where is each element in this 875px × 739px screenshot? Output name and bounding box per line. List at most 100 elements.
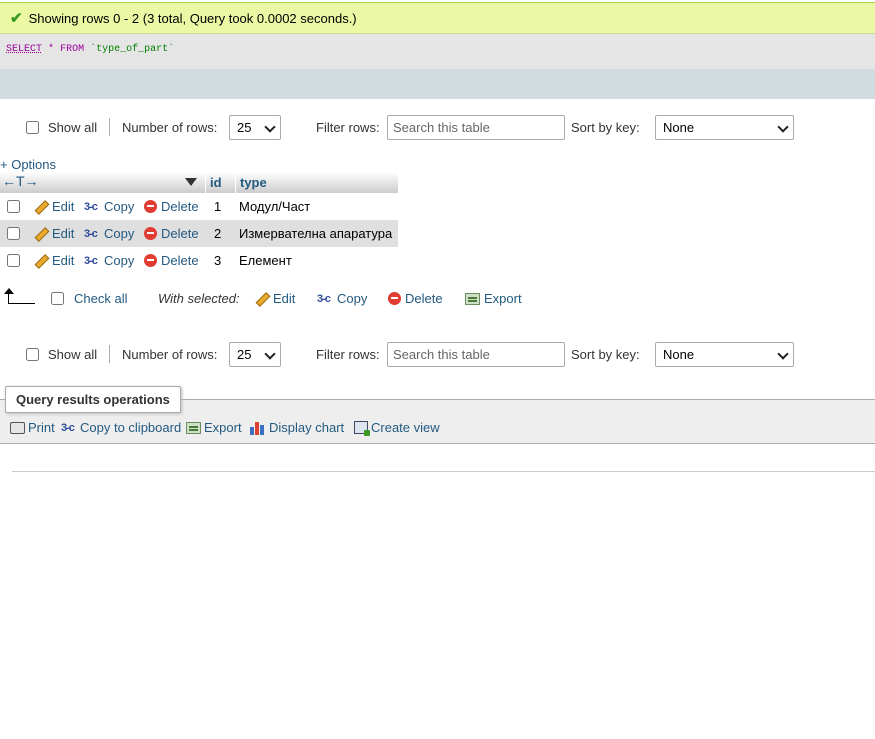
- show-all-label: Show all: [48, 346, 98, 362]
- pencil-icon: [34, 227, 48, 241]
- copy-icon: 3-c: [84, 227, 98, 240]
- check-all-label[interactable]: Check all: [74, 291, 127, 306]
- sql-select-keyword[interactable]: SELECT: [6, 44, 42, 55]
- bulk-export-label: Export: [484, 291, 522, 306]
- delete-icon: [144, 227, 157, 240]
- copy-to-clipboard-label: Copy to clipboard: [80, 420, 182, 435]
- export-button[interactable]: Export: [186, 420, 242, 435]
- export-label: Export: [204, 420, 242, 435]
- bulk-export-button[interactable]: Export: [465, 291, 522, 306]
- copy-icon: 3-c: [84, 200, 98, 213]
- delete-label: Delete: [161, 253, 199, 268]
- copy-button[interactable]: 3-c Copy: [84, 199, 134, 214]
- column-divider: [235, 172, 236, 193]
- copy-to-clipboard-button[interactable]: 3-c Copy to clipboard: [61, 420, 181, 435]
- separator: [109, 118, 110, 136]
- copy-button[interactable]: 3-c Copy: [84, 253, 134, 268]
- delete-button[interactable]: Delete: [144, 199, 199, 214]
- check-all-checkbox[interactable]: [51, 292, 64, 305]
- table-row: Edit 3-c Copy Delete 3 Елемент: [0, 247, 398, 274]
- delete-label: Delete: [161, 226, 199, 241]
- edit-label: Edit: [52, 226, 75, 241]
- with-selected-label: With selected:: [158, 291, 240, 306]
- bulk-copy-label: Copy: [337, 291, 368, 306]
- bulk-copy-button[interactable]: 3-c Copy: [317, 291, 367, 306]
- delete-icon: [388, 292, 401, 305]
- display-chart-button[interactable]: Display chart: [250, 420, 344, 435]
- sort-dropdown-icon[interactable]: [185, 178, 197, 186]
- sql-toolbar: [0, 69, 875, 99]
- export-icon: [186, 421, 201, 434]
- number-of-rows-label: Number of rows:: [122, 119, 218, 135]
- delete-button[interactable]: Delete: [144, 253, 199, 268]
- checkmark-icon: ✔: [10, 10, 23, 27]
- sql-star: *: [48, 44, 55, 55]
- pencil-icon: [34, 254, 48, 268]
- sql-from-keyword: FROM: [60, 44, 85, 55]
- filter-rows-input[interactable]: [387, 114, 565, 140]
- sort-by-key-label: Sort by key:: [571, 119, 640, 135]
- cell-id: 3: [214, 253, 222, 268]
- edit-button[interactable]: Edit: [34, 253, 74, 268]
- pencil-icon: [34, 200, 48, 214]
- column-header-id[interactable]: id: [210, 175, 222, 190]
- delete-button[interactable]: Delete: [144, 226, 199, 241]
- row-checkbox[interactable]: [7, 227, 20, 240]
- row-checkbox[interactable]: [7, 254, 20, 267]
- column-arrows-icon[interactable]: ←T→: [2, 173, 39, 189]
- create-view-button[interactable]: Create view: [354, 420, 440, 436]
- bulk-edit-button[interactable]: Edit: [255, 291, 295, 306]
- sort-by-key-select[interactable]: None: [655, 341, 794, 367]
- bulk-delete-button[interactable]: Delete: [388, 291, 443, 306]
- sort-by-key-select[interactable]: None: [655, 114, 794, 140]
- delete-icon: [144, 254, 157, 267]
- printer-icon: [10, 421, 25, 434]
- table-header: ←T→ id type: [0, 172, 398, 193]
- pencil-icon: [255, 292, 269, 306]
- copy-icon: 3-c: [61, 421, 75, 434]
- number-of-rows-select[interactable]: 25: [229, 114, 281, 140]
- cell-id: 1: [214, 199, 222, 214]
- row-checkbox[interactable]: [7, 200, 20, 213]
- copy-label: Copy: [104, 253, 135, 268]
- edit-label: Edit: [52, 253, 75, 268]
- sql-table-name: `type_of_part`: [90, 44, 175, 55]
- edit-button[interactable]: Edit: [34, 226, 74, 241]
- navigation-bottom: Show all Number of rows: 25 Filter rows:…: [0, 340, 875, 368]
- show-all-checkbox[interactable]: [26, 347, 39, 361]
- edit-button[interactable]: Edit: [34, 199, 74, 214]
- sort-by-key-value: None: [663, 346, 695, 362]
- column-header-type[interactable]: type: [240, 175, 267, 190]
- filter-rows-label: Filter rows:: [316, 119, 380, 135]
- print-button[interactable]: Print: [10, 420, 55, 435]
- chevron-down-icon: [264, 120, 276, 133]
- sort-by-key-value: None: [663, 119, 695, 135]
- options-toggle[interactable]: + Options: [0, 157, 56, 172]
- query-results-operations-legend: Query results operations: [5, 386, 181, 413]
- number-of-rows-select[interactable]: 25: [229, 341, 281, 367]
- copy-button[interactable]: 3-c Copy: [84, 226, 134, 241]
- create-view-icon: [354, 421, 370, 436]
- number-of-rows-value: 25: [237, 346, 252, 362]
- copy-icon: 3-c: [84, 254, 98, 267]
- chevron-down-icon: [777, 120, 789, 133]
- success-message-text: Showing rows 0 - 2 (3 total, Query took …: [28, 10, 357, 26]
- copy-icon: 3-c: [317, 292, 331, 305]
- arrow-up-left-icon: [4, 288, 35, 304]
- success-message: ✔ Showing rows 0 - 2 (3 total, Query too…: [0, 2, 875, 34]
- with-selected-bar: Check all With selected: Edit 3-c Copy D…: [0, 287, 875, 311]
- copy-label: Copy: [104, 226, 135, 241]
- edit-label: Edit: [52, 199, 75, 214]
- cell-type: Модул/Част: [239, 199, 311, 214]
- column-divider: [205, 172, 206, 193]
- filter-rows-input[interactable]: [387, 341, 565, 367]
- separator: [109, 345, 110, 363]
- chevron-down-icon: [264, 347, 276, 360]
- bar-chart-icon: [250, 421, 266, 435]
- create-view-label: Create view: [371, 420, 440, 435]
- table-row: Edit 3-c Copy Delete 2 Измервателна апар…: [0, 220, 398, 247]
- display-chart-label: Display chart: [269, 420, 345, 435]
- chevron-down-icon: [777, 347, 789, 360]
- number-of-rows-value: 25: [237, 119, 252, 135]
- show-all-checkbox[interactable]: [26, 120, 39, 134]
